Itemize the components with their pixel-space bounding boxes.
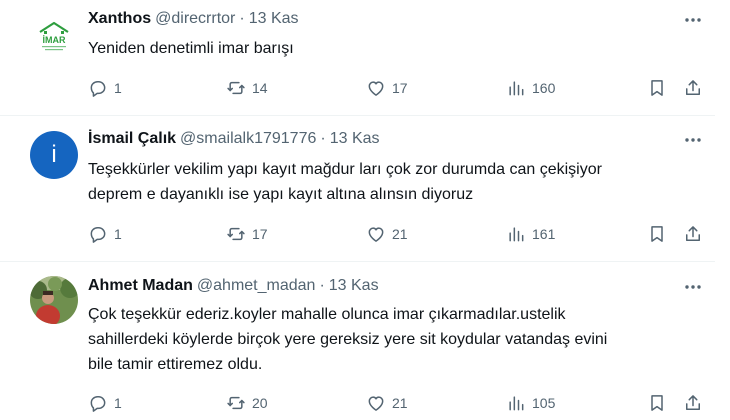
display-name[interactable]: Ahmet Madan: [88, 277, 193, 295]
retweet-icon: [227, 81, 245, 95]
profile-photo-icon: [30, 276, 78, 324]
analytics-icon: [509, 81, 524, 96]
retweet-count: 17: [252, 226, 268, 242]
more-options-button[interactable]: [682, 10, 704, 30]
share-icon: [686, 395, 700, 410]
tweet-text-line: Teşekkürler vekilim yapı kayıt mağdur la…: [88, 161, 602, 178]
view-count: 160: [532, 80, 556, 96]
svg-text:İMAR: İMAR: [43, 35, 66, 45]
view-count: 161: [532, 226, 556, 242]
retweet-icon: [227, 396, 245, 410]
more-options-button[interactable]: [682, 130, 704, 150]
tweet-header: Xanthos @direcrrtor · 13 Kas: [88, 10, 299, 28]
tweet-date[interactable]: 13 Kas: [330, 130, 380, 148]
tweet-divider: [0, 261, 715, 262]
like-count: 21: [392, 226, 408, 242]
heart-icon: [368, 227, 384, 242]
share-icon: [686, 80, 700, 95]
bookmark-icon: [651, 226, 663, 242]
bookmark-button[interactable]: [646, 77, 668, 99]
tweet-text-line: deprem e dayanıklı ise yapı kayıt altına…: [88, 186, 474, 203]
avatar-initial: i: [51, 141, 57, 168]
avatar-ahmet[interactable]: [30, 276, 78, 324]
reply-button[interactable]: 1: [88, 224, 122, 244]
like-button[interactable]: 17: [366, 78, 408, 98]
share-button[interactable]: [682, 77, 704, 99]
heart-icon: [368, 396, 384, 411]
reply-count: 1: [114, 395, 122, 411]
separator-dot: ·: [239, 10, 245, 27]
views-button[interactable]: 160: [506, 78, 555, 98]
tweet-header: Ahmet Madan @ahmet_madan · 13 Kas: [88, 277, 379, 295]
retweet-button[interactable]: 14: [226, 78, 268, 98]
reply-icon: [90, 396, 106, 412]
retweet-button[interactable]: 20: [226, 393, 268, 413]
share-icon: [686, 226, 700, 241]
user-handle[interactable]: @direcrrtor: [155, 10, 235, 28]
like-button[interactable]: 21: [366, 393, 408, 413]
tweet-text-line: Çok teşekkür ederiz.koyler mahalle olunc…: [88, 306, 566, 323]
retweet-button[interactable]: 17: [226, 224, 268, 244]
tweet-text-line: sahillerdeki köylerde birçok yere gereks…: [88, 331, 608, 348]
bookmark-icon: [651, 80, 663, 96]
reply-button[interactable]: 1: [88, 393, 122, 413]
retweet-count: 14: [252, 80, 268, 96]
display-name[interactable]: Xanthos: [88, 10, 151, 28]
analytics-icon: [509, 227, 524, 242]
separator-dot: ·: [319, 277, 325, 294]
separator-dot: ·: [320, 130, 326, 147]
display-name[interactable]: İsmail Çalık: [88, 130, 176, 148]
tweet-date[interactable]: 13 Kas: [249, 10, 299, 28]
tweet-text: Teşekkürler vekilim yapı kayıt mağdur la…: [88, 157, 708, 207]
tweet-text-line: Yeniden denetimli imar barışı: [88, 40, 294, 57]
tweet-text-line: bile tamir ettiremez oldu.: [88, 356, 263, 373]
user-handle[interactable]: @ahmet_madan: [197, 277, 316, 295]
tweet-date[interactable]: 13 Kas: [329, 277, 379, 295]
user-handle[interactable]: @smailalk1791776: [180, 130, 316, 148]
reply-count: 1: [114, 226, 122, 242]
avatar-ismail[interactable]: i: [30, 131, 78, 179]
more-dots-icon: [685, 285, 701, 289]
like-button[interactable]: 21: [366, 224, 408, 244]
view-count: 105: [532, 395, 556, 411]
tweet-header: İsmail Çalık @smailalk1791776 · 13 Kas: [88, 130, 380, 148]
bookmark-button[interactable]: [646, 223, 668, 245]
bookmark-button[interactable]: [646, 392, 668, 414]
reply-button[interactable]: 1: [88, 78, 122, 98]
views-button[interactable]: 161: [506, 224, 555, 244]
tweet-text: Çok teşekkür ederiz.koyler mahalle olunc…: [88, 302, 708, 377]
imar-logo-icon: İMAR: [39, 21, 69, 51]
analytics-icon: [509, 396, 524, 411]
like-count: 21: [392, 395, 408, 411]
avatar-xanthos[interactable]: İMAR: [30, 12, 78, 60]
tweet-text: Yeniden denetimli imar barışı: [88, 36, 708, 61]
more-options-button[interactable]: [682, 277, 704, 297]
heart-icon: [368, 81, 384, 96]
like-count: 17: [392, 80, 408, 96]
share-button[interactable]: [682, 223, 704, 245]
reply-icon: [90, 227, 106, 243]
reply-icon: [90, 81, 106, 97]
tweet-divider: [0, 115, 715, 116]
retweet-icon: [227, 227, 245, 241]
reply-count: 1: [114, 80, 122, 96]
retweet-count: 20: [252, 395, 268, 411]
more-dots-icon: [685, 18, 701, 22]
bookmark-icon: [651, 395, 663, 411]
views-button[interactable]: 105: [506, 393, 555, 413]
share-button[interactable]: [682, 392, 704, 414]
more-dots-icon: [685, 138, 701, 142]
